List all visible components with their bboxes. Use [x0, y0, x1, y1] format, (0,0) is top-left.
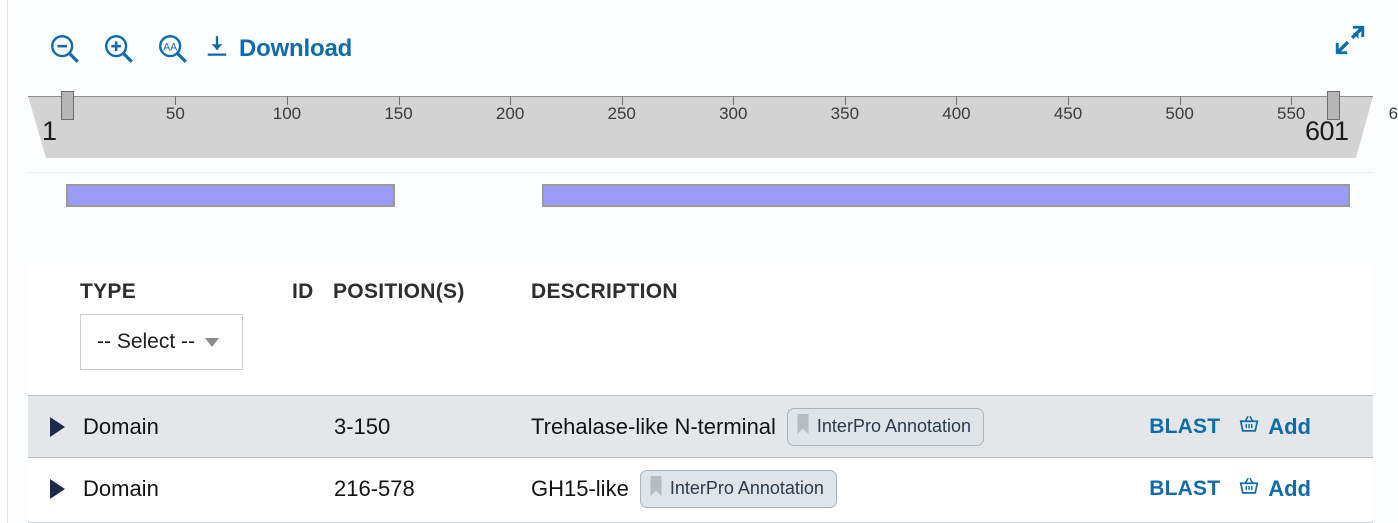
- ruler-tick-label: 600: [1388, 104, 1398, 123]
- zoom-out-icon: [48, 32, 82, 66]
- badge-label: InterPro Annotation: [669, 478, 824, 498]
- description-text: Trehalase-like N-terminal: [531, 413, 776, 439]
- ruler-tick-label: 350: [830, 104, 860, 123]
- row-actions: BLAST Add: [1149, 475, 1311, 503]
- ruler-tick-label: 450: [1053, 104, 1083, 123]
- table-row[interactable]: Domain 3-150 Trehalase-like N-terminal Inte…: [28, 395, 1373, 457]
- triangle-right-icon: [50, 416, 65, 437]
- ruler-tick-label: 50: [165, 104, 185, 123]
- add-label: Add: [1268, 413, 1311, 439]
- feature-table-header: TYPE ID POSITION(S) DESCRIPTION -- Selec…: [28, 264, 1373, 395]
- ruler-tick-label: 300: [719, 104, 748, 123]
- type-filter-value: -- Select --: [97, 330, 196, 353]
- table-row[interactable]: Domain 216-578 GH15-like InterPro Annotatio…: [28, 457, 1373, 519]
- left-gutter: [0, 0, 7, 523]
- track-divider: [28, 172, 1373, 173]
- column-header-id: ID: [292, 280, 314, 303]
- domain-track: [28, 172, 1373, 224]
- triangle-right-icon: [50, 478, 65, 499]
- add-label: Add: [1268, 475, 1311, 501]
- ruler-tick-label: 250: [607, 104, 636, 123]
- ruler-handle-start[interactable]: [61, 91, 74, 120]
- chevron-down-icon: [205, 337, 220, 347]
- zoom-in-button[interactable]: [92, 26, 146, 72]
- domain-bar[interactable]: [66, 184, 395, 207]
- download-button[interactable]: Download: [202, 30, 354, 69]
- zoom-in-icon: [102, 32, 136, 66]
- download-label: Download: [239, 35, 353, 62]
- cell-positions: 3-150: [334, 413, 391, 439]
- download-icon: [204, 34, 230, 65]
- zoom-to-text-button[interactable]: AA: [146, 26, 200, 72]
- ruler-end-label: 601: [1305, 116, 1349, 146]
- domain-bar[interactable]: [541, 184, 1350, 207]
- ruler-start-label: 1: [42, 116, 57, 146]
- ruler-tick-label: 550: [1276, 104, 1306, 123]
- cell-type: Domain: [83, 413, 159, 439]
- cell-description: GH15-like InterPro Annotation: [531, 469, 837, 508]
- feature-table-body: Domain 3-150 Trehalase-like N-terminal Inte…: [28, 395, 1373, 519]
- column-header-positions: POSITION(S): [333, 280, 465, 303]
- bookmark-icon: [649, 475, 663, 502]
- description-text: GH15-like: [531, 475, 629, 501]
- interpro-annotation-badge[interactable]: InterPro Annotation: [786, 407, 985, 446]
- ruler-tick-label: 100: [272, 104, 302, 123]
- cell-type: Domain: [83, 475, 159, 501]
- expand-icon: [1333, 23, 1367, 62]
- cell-description: Trehalase-like N-terminal InterPro Annota…: [531, 407, 985, 446]
- protein-feature-viewer: AA Download 50 100 150 200 250 300 350 4…: [0, 0, 1398, 523]
- ruler-tick-label: 200: [495, 104, 525, 123]
- interpro-annotation-badge[interactable]: InterPro Annotation: [639, 469, 837, 508]
- toolbar-button-group: AA Download: [38, 26, 354, 72]
- column-header-type: TYPE: [80, 280, 137, 303]
- sequence-ruler[interactable]: 50 100 150 200 250 300 350 400 450 500 550 600 1 60…: [28, 88, 1398, 160]
- badge-label: InterPro Annotation: [816, 416, 972, 436]
- column-header-description: DESCRIPTION: [531, 280, 678, 303]
- type-filter-select[interactable]: -- Select --: [80, 314, 243, 370]
- basket-icon: [1238, 475, 1260, 503]
- ruler-tick-label: 150: [384, 104, 413, 123]
- ruler-tick-label: 400: [942, 104, 971, 123]
- svg-text:AA: AA: [163, 42, 178, 54]
- expand-fullscreen-button[interactable]: [1328, 20, 1372, 64]
- add-to-basket-button[interactable]: Add: [1238, 413, 1311, 441]
- zoom-text-icon: AA: [156, 32, 190, 66]
- basket-icon: [1238, 413, 1260, 441]
- ruler-tick-label: 500: [1165, 104, 1194, 123]
- cell-positions: 216-578: [334, 475, 415, 501]
- row-actions: BLAST Add: [1149, 413, 1311, 441]
- blast-button[interactable]: BLAST: [1149, 477, 1220, 501]
- viewer-toolbar: AA Download: [8, 0, 1398, 88]
- zoom-out-button[interactable]: [38, 26, 92, 72]
- bookmark-icon: [796, 413, 810, 440]
- blast-button[interactable]: BLAST: [1149, 415, 1220, 439]
- row-expand-toggle[interactable]: [50, 416, 65, 437]
- row-expand-toggle[interactable]: [50, 478, 65, 499]
- add-to-basket-button[interactable]: Add: [1238, 475, 1311, 503]
- feature-table: TYPE ID POSITION(S) DESCRIPTION -- Selec…: [28, 264, 1373, 523]
- ruler-baseline: [28, 96, 1373, 97]
